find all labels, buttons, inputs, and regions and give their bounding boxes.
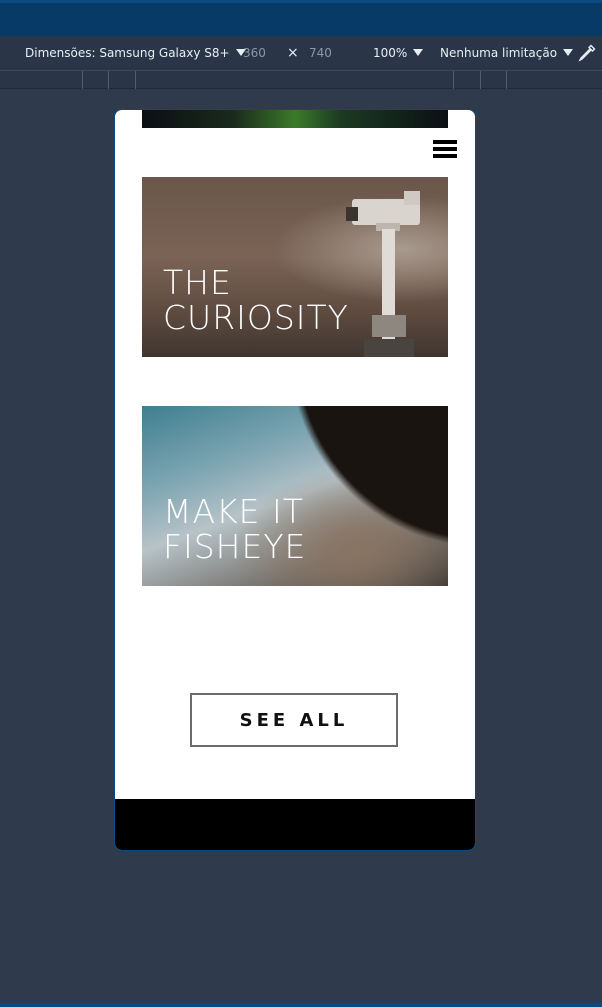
chevron-down-icon (413, 49, 424, 56)
window-bottom-border (0, 1003, 602, 1007)
card-title-line: MAKE IT (163, 492, 304, 531)
device-dimensions-label: Dimensões: Samsung Galaxy S8+ (25, 46, 230, 60)
throttle-label: Nenhuma limitação (440, 46, 558, 60)
see-all-button[interactable]: SEE ALL (190, 693, 398, 747)
dimension-separator: × (287, 45, 299, 61)
ruler-tick (453, 71, 454, 89)
card-the-curiosity[interactable]: THE CURIOSITY (142, 177, 448, 357)
zoom-select[interactable]: 100% (373, 46, 424, 60)
device-toolbar: Dimensões: Samsung Galaxy S8+ 360 × 740 … (0, 36, 602, 70)
eyedropper-icon[interactable] (578, 44, 596, 62)
chevron-down-icon (563, 49, 574, 56)
ruler-tick (82, 71, 83, 89)
throttle-select[interactable]: Nenhuma limitação (440, 46, 574, 60)
card-title-line: THE (163, 263, 232, 302)
media-query-ruler (0, 70, 602, 89)
ruler-tick (480, 71, 481, 89)
card-title: THE CURIOSITY (163, 265, 433, 335)
ruler-tick (108, 71, 109, 89)
card-title-line: CURIOSITY (163, 298, 349, 337)
aurora-image-edge (142, 110, 448, 128)
height-input[interactable]: 740 (309, 46, 332, 60)
zoom-label: 100% (373, 46, 408, 60)
page-footer (115, 799, 475, 850)
card-title-line: FISHEYE (163, 527, 307, 566)
device-viewport: THE CURIOSITY MAKE IT FISHEYE SEE ALL (114, 109, 476, 851)
ruler-tick (506, 71, 507, 89)
card-make-it-fisheye[interactable]: MAKE IT FISHEYE (142, 406, 448, 586)
browser-top-strip (0, 0, 602, 36)
ruler-tick (135, 71, 136, 89)
hamburger-menu-icon[interactable] (433, 140, 457, 160)
device-dimensions-select[interactable]: Dimensões: Samsung Galaxy S8+ (25, 46, 246, 60)
width-input[interactable]: 360 (243, 46, 266, 60)
card-title: MAKE IT FISHEYE (163, 494, 433, 564)
